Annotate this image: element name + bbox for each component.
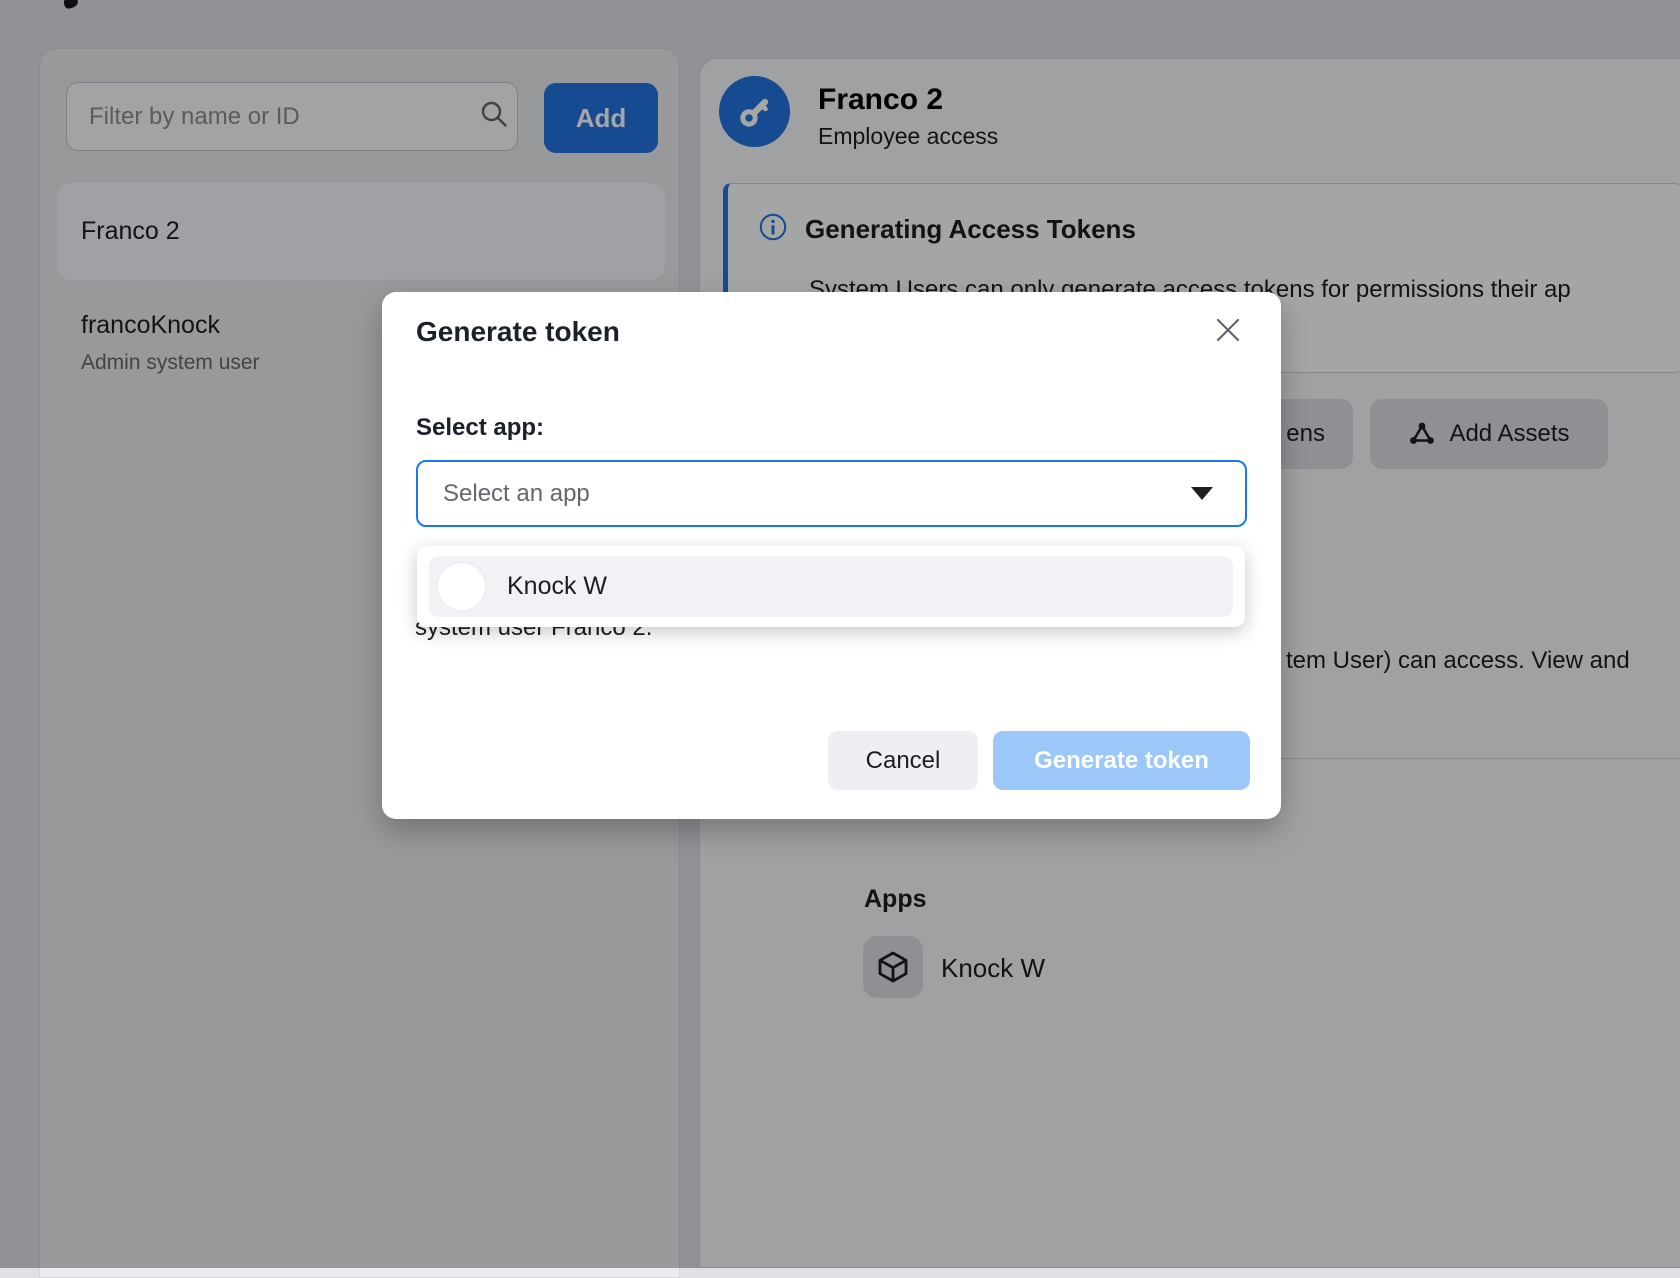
app-dropdown-menu: Knock W bbox=[417, 546, 1245, 627]
close-icon[interactable] bbox=[1210, 312, 1246, 348]
dropdown-placeholder: Select an app bbox=[443, 480, 1191, 508]
dropdown-option-label: Knock W bbox=[507, 572, 607, 601]
cancel-button[interactable]: Cancel bbox=[828, 731, 978, 790]
dropdown-option-knock-w[interactable]: Knock W bbox=[429, 556, 1233, 617]
app-avatar-placeholder bbox=[438, 563, 485, 610]
chevron-down-icon bbox=[1191, 487, 1213, 500]
select-app-label: Select app: bbox=[416, 414, 544, 442]
generate-token-modal: Generate token Select app: Select an app… bbox=[382, 292, 1281, 819]
modal-title: Generate token bbox=[416, 316, 620, 348]
app-dropdown[interactable]: Select an app bbox=[416, 460, 1247, 527]
generate-token-button[interactable]: Generate token bbox=[993, 731, 1250, 790]
